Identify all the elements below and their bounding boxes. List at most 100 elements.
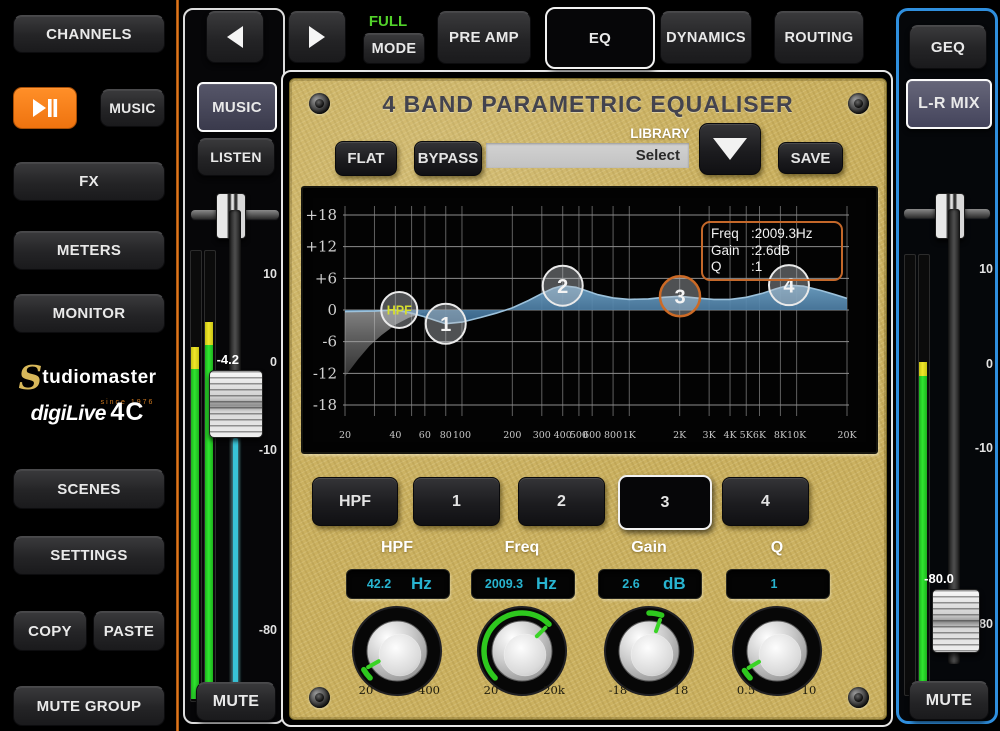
sidebar-item-meters[interactable]: METERS	[13, 231, 165, 270]
svg-text:20: 20	[339, 430, 351, 441]
sidebar-item-scenes[interactable]: SCENES	[13, 469, 165, 509]
model-logo: digiLive 4C	[0, 398, 175, 427]
meters-label: METERS	[57, 242, 121, 259]
panel-title: 4 BAND PARAMETRIC EQUALISER	[290, 91, 886, 118]
scale-10: 10	[247, 267, 277, 281]
copy-label: COPY	[28, 623, 72, 640]
svg-text:-6: -6	[322, 333, 337, 351]
svg-text:100: 100	[453, 430, 471, 441]
channel-name: MUSIC	[212, 99, 262, 116]
master-scale-m10: -10	[963, 441, 993, 455]
master-meter-peak	[919, 362, 927, 376]
paste-button[interactable]: PASTE	[93, 611, 165, 651]
band-hpf-label: HPF	[339, 493, 371, 511]
brand-initial: S	[18, 358, 42, 397]
info-row-gain: Gain: 2.6dB	[711, 243, 833, 260]
music-label: MUSIC	[109, 100, 156, 116]
hpf-value-display: 42.2Hz	[346, 569, 450, 599]
sidebar-item-settings[interactable]: SETTINGS	[13, 536, 165, 575]
tab-preamp[interactable]: PRE AMP	[437, 11, 531, 64]
fader-level-line	[233, 438, 238, 700]
library-dropdown-button[interactable]	[699, 123, 761, 175]
svg-text:200: 200	[503, 430, 521, 441]
meter-left-level	[191, 369, 199, 699]
listen-label: LISTEN	[210, 149, 262, 165]
mixer-app: CHANNELS MUSIC FX METERS MONITOR Studiom…	[0, 0, 1000, 731]
info-freq-value: 2009.3Hz	[755, 226, 833, 243]
svg-text:6K: 6K	[753, 430, 767, 441]
bypass-button[interactable]: BYPASS	[414, 141, 482, 176]
gain-min-label: -18	[601, 683, 635, 697]
scale-m80: -80	[247, 623, 277, 637]
freq-unit: Hz	[536, 574, 574, 594]
mute-group-button[interactable]: MUTE GROUP	[13, 686, 165, 726]
svg-text:1: 1	[440, 314, 451, 336]
tab-routing[interactable]: ROUTING	[774, 11, 864, 64]
hpf-max-label: 400	[412, 683, 446, 697]
library-select[interactable]: Select	[486, 143, 689, 168]
band-button-2[interactable]: 2	[518, 477, 605, 526]
gain-value-display: 2.6dB	[598, 569, 702, 599]
fx-label: FX	[79, 173, 99, 190]
band-4-label: 4	[761, 493, 770, 511]
screw-bottom-right-icon	[848, 687, 869, 708]
mute-group-label: MUTE GROUP	[37, 698, 142, 715]
band-button-1[interactable]: 1	[413, 477, 500, 526]
band-button-3[interactable]: 3	[618, 475, 712, 530]
hpf-knob-label: HPF	[357, 539, 437, 557]
brand-name: tudiomaster	[42, 367, 156, 388]
flat-button[interactable]: FLAT	[335, 141, 397, 176]
screw-bottom-left-icon	[309, 687, 330, 708]
info-gain-label: Gain	[711, 243, 751, 260]
sidebar-item-music[interactable]: MUSIC	[100, 89, 165, 127]
listen-button[interactable]: LISTEN	[197, 138, 275, 176]
svg-text:40: 40	[389, 430, 401, 441]
scale-m10: -10	[247, 443, 277, 457]
master-mute-button[interactable]: MUTE	[909, 681, 989, 720]
gain-max-label: 18	[664, 683, 698, 697]
master-select-button[interactable]: L-R MIX	[906, 79, 992, 129]
svg-text:3: 3	[674, 286, 685, 308]
channel-mute-label: MUTE	[213, 693, 260, 711]
tab-preamp-label: PRE AMP	[449, 29, 519, 46]
mode-button[interactable]: MODE	[363, 33, 425, 64]
flat-label: FLAT	[347, 150, 384, 167]
eq-panel: 4 BAND PARAMETRIC EQUALISER FLAT BYPASS …	[289, 78, 887, 720]
freq-value-display: 2009.3Hz	[471, 569, 575, 599]
play-pause-button[interactable]	[13, 87, 77, 129]
next-channel-button[interactable]	[288, 11, 346, 63]
svg-text:300: 300	[533, 430, 551, 441]
master-scale-0: 0	[963, 357, 993, 371]
chevron-down-icon	[713, 138, 747, 160]
tab-eq[interactable]: EQ	[545, 7, 655, 69]
sidebar-item-channels[interactable]: CHANNELS	[13, 15, 165, 53]
sidebar: CHANNELS MUSIC FX METERS MONITOR Studiom…	[0, 0, 175, 731]
channel-mute-button[interactable]: MUTE	[196, 682, 276, 721]
sidebar-item-monitor[interactable]: MONITOR	[13, 294, 165, 333]
channel-select-button[interactable]: MUSIC	[197, 82, 277, 132]
band-2-label: 2	[557, 493, 566, 511]
svg-text:4K: 4K	[723, 430, 737, 441]
band-button-hpf[interactable]: HPF	[312, 477, 398, 526]
prev-channel-button[interactable]	[206, 11, 264, 63]
geq-button[interactable]: GEQ	[909, 25, 987, 69]
top-bar: FULL MODE PRE AMP EQ DYNAMICS ROUTING	[183, 0, 893, 70]
tab-dynamics[interactable]: DYNAMICS	[660, 11, 752, 64]
copy-button[interactable]: COPY	[13, 611, 87, 651]
svg-text:+12: +12	[305, 238, 337, 256]
master-fader-knob[interactable]	[932, 589, 980, 653]
save-button[interactable]: SAVE	[778, 142, 843, 174]
arrow-right-icon	[309, 26, 325, 48]
bypass-label: BYPASS	[418, 150, 479, 167]
svg-text:2K: 2K	[673, 430, 687, 441]
q-value: 1	[727, 577, 821, 591]
eq-info-box: Freq: 2009.3Hz Gain: 2.6dB Q: 1	[701, 221, 843, 281]
svg-text:800: 800	[604, 430, 622, 441]
tab-dynamics-label: DYNAMICS	[666, 30, 746, 46]
sidebar-item-fx[interactable]: FX	[13, 162, 165, 201]
svg-text:10K: 10K	[787, 430, 807, 441]
paste-label: PASTE	[104, 623, 154, 640]
fader-knob[interactable]	[209, 370, 263, 438]
band-button-4[interactable]: 4	[722, 477, 809, 526]
info-row-q: Q: 1	[711, 259, 833, 276]
